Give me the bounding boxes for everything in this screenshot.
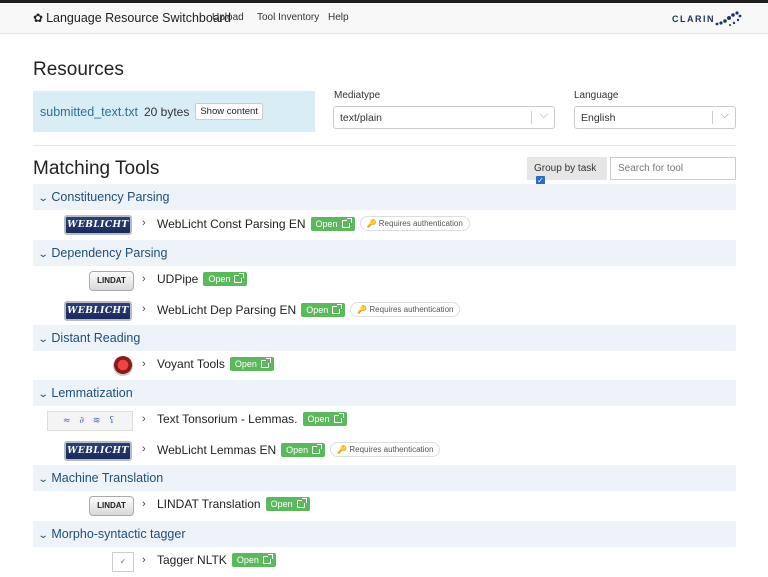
- auth-badge: 🔑 Requires authentication: [359, 216, 470, 231]
- language-label: Language: [574, 90, 619, 101]
- tool-name: Text Tonsorium - Lemmas.: [157, 412, 298, 426]
- open-button[interactable]: Open: [229, 357, 274, 371]
- tool-row[interactable]: WEBLICHT › WebLicht Const Parsing EN Ope…: [0, 212, 768, 238]
- clarin-dots-icon: [715, 11, 742, 26]
- external-link-icon: [234, 273, 245, 283]
- nav-tool-inventory[interactable]: Tool Inventory: [257, 12, 319, 23]
- resources-title: Resources: [33, 59, 124, 80]
- category-header[interactable]: ⌄ Lemmatization: [33, 380, 736, 406]
- voyant-logo: [113, 356, 133, 376]
- matching-tools-title: Matching Tools: [33, 158, 160, 179]
- category-header[interactable]: ⌄ Dependency Parsing: [33, 240, 736, 266]
- external-link-icon: [262, 554, 273, 564]
- chevron-down-icon: ⌵: [539, 109, 548, 121]
- tool-name: WebLicht Const Parsing EN: [157, 216, 306, 231]
- mediatype-select[interactable]: text/plain ⌵: [333, 106, 555, 129]
- clarin-logo[interactable]: CLARIN: [672, 9, 744, 29]
- external-link-icon: [333, 413, 344, 423]
- open-button[interactable]: Open: [310, 216, 355, 231]
- chevron-down-icon: ⌄: [37, 193, 49, 204]
- category-header[interactable]: ⌄ Distant Reading: [33, 325, 736, 351]
- auth-badge: 🔑 Requires authentication: [350, 302, 461, 317]
- tool-row[interactable]: ✓ › Tagger NLTK Open: [0, 549, 768, 575]
- chevron-down-icon: ⌄: [37, 249, 49, 260]
- tool-row[interactable]: WEBLICHT › WebLicht Dep Parsing EN Open …: [0, 298, 768, 324]
- text-tonsorium-logo: ≈ ∂ ≋ ʕ: [47, 411, 133, 431]
- weblicht-logo: WEBLICHT: [64, 441, 132, 461]
- brand-title: Language Resource Switchboard: [46, 11, 231, 25]
- open-button[interactable]: Open: [231, 553, 276, 567]
- chevron-down-icon: ⌵: [720, 109, 729, 121]
- category-header[interactable]: ⌄ Morpho-syntactic tagger: [33, 521, 736, 547]
- weblicht-logo: WEBLICHT: [64, 301, 132, 321]
- mediatype-label: Mediatype: [334, 90, 381, 101]
- open-button[interactable]: Open: [203, 272, 248, 286]
- external-link-icon: [296, 498, 307, 508]
- open-button[interactable]: Open: [301, 302, 346, 317]
- chevron-right-icon[interactable]: ›: [142, 217, 146, 229]
- navbar: ✿ Language Resource Switchboard Upload T…: [0, 3, 768, 34]
- chevron-right-icon[interactable]: ›: [142, 413, 146, 425]
- search-tool-input[interactable]: Search for tool: [610, 157, 736, 180]
- tool-row[interactable]: WEBLICHT › WebLicht Lemmas EN Open 🔑 Req…: [0, 438, 768, 464]
- open-button[interactable]: Open: [281, 442, 326, 457]
- category-header[interactable]: ⌄ Constituency Parsing: [33, 184, 736, 210]
- external-link-icon: [332, 303, 343, 314]
- external-link-icon: [312, 443, 323, 454]
- tool-name: Voyant Tools: [157, 357, 225, 371]
- tool-row[interactable]: LINDAT › UDPipe Open: [0, 268, 768, 294]
- open-button[interactable]: Open: [265, 497, 310, 511]
- brand[interactable]: ✿ Language Resource Switchboard: [33, 11, 231, 25]
- tool-name: Tagger NLTK: [157, 553, 227, 567]
- resource-file-link[interactable]: submitted_text.txt: [40, 105, 138, 119]
- category-header[interactable]: ⌄ Machine Translation: [33, 465, 736, 491]
- language-value: English: [581, 112, 616, 124]
- resource-box: submitted_text.txt 20 bytes Show content: [33, 91, 315, 132]
- tool-row[interactable]: ≈ ∂ ≋ ʕ › Text Tonsorium - Lemmas. Open: [0, 408, 768, 434]
- external-link-icon: [341, 217, 352, 228]
- chevron-right-icon[interactable]: ›: [142, 498, 146, 510]
- language-select[interactable]: English ⌵: [574, 106, 736, 129]
- show-content-button[interactable]: Show content: [195, 103, 263, 120]
- chevron-down-icon: ⌄: [37, 334, 49, 345]
- lindat-logo: LINDAT: [89, 271, 134, 291]
- resource-size: 20 bytes: [143, 104, 190, 119]
- tool-name: LINDAT Translation: [157, 497, 261, 511]
- chevron-down-icon: ⌄: [37, 530, 49, 541]
- nav-help[interactable]: Help: [328, 12, 349, 23]
- external-link-icon: [260, 358, 271, 368]
- chevron-right-icon[interactable]: ›: [142, 443, 146, 455]
- tool-name: WebLicht Lemmas EN: [157, 442, 277, 457]
- chevron-right-icon[interactable]: ›: [142, 273, 146, 285]
- chevron-right-icon[interactable]: ›: [142, 358, 146, 370]
- mediatype-value: text/plain: [340, 112, 383, 124]
- divider: [33, 145, 736, 146]
- lindat-logo: LINDAT: [89, 496, 134, 516]
- chevron-down-icon: ⌄: [37, 389, 49, 400]
- tool-name: UDPipe: [157, 272, 199, 286]
- chevron-right-icon[interactable]: ›: [142, 554, 146, 566]
- nav-upload[interactable]: Upload: [212, 12, 244, 23]
- tool-row[interactable]: › Voyant Tools Open: [0, 353, 768, 379]
- tool-name: WebLicht Dep Parsing EN: [157, 302, 297, 317]
- auth-badge: 🔑 Requires authentication: [330, 442, 441, 457]
- chevron-right-icon[interactable]: ›: [142, 303, 146, 315]
- gear-icon: ✿: [33, 11, 44, 25]
- chevron-down-icon: ⌄: [37, 474, 49, 485]
- nltk-logo: ✓: [112, 552, 134, 572]
- open-button[interactable]: Open: [302, 412, 347, 426]
- group-by-task-toggle[interactable]: Group by task ✓: [527, 157, 607, 185]
- tool-row[interactable]: LINDAT › LINDAT Translation Open: [0, 493, 768, 519]
- weblicht-logo: WEBLICHT: [64, 215, 132, 235]
